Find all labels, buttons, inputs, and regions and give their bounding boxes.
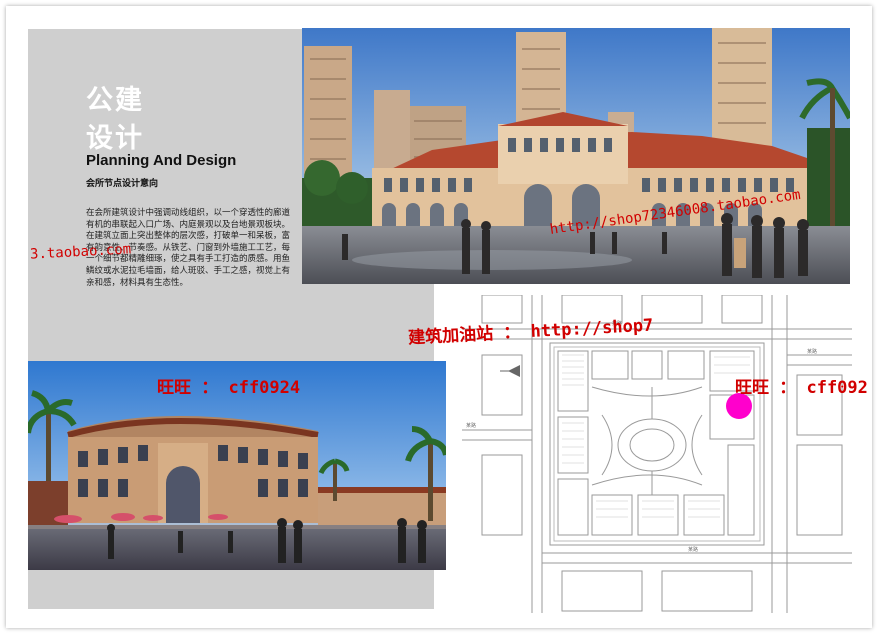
road-label-south: 某路 [688, 546, 698, 553]
clubhouse-rendering-top [302, 28, 850, 284]
page-title: 公建 设计 [86, 82, 144, 158]
watermark-wangwang-right: 旺旺 ： cff092 [735, 378, 868, 398]
title-line-1: 公建 [86, 85, 144, 116]
north-arrow-icon [500, 365, 520, 377]
road-label-east: 某路 [807, 348, 817, 355]
subtitle-english: Planning And Design [86, 152, 237, 169]
site-plan: 某路 某路 某路 某路 [462, 295, 852, 613]
subtitle-chinese: 会所节点设计意向 [86, 179, 159, 189]
description-paragraph-2: 在建筑立面上突出整体的层次感，打破单一和呆板，富有韵意性、节奏感。从铁艺、门窗到… [86, 231, 291, 288]
description-paragraph-1: 在会所建筑设计中强调动线组织，以一个穿透性的廊道有机的串联起入口广场、内庭景观以… [86, 208, 291, 230]
watermark-wangwang-left: 旺旺 ： cff0924 [157, 378, 301, 398]
road-label-west: 某路 [466, 422, 476, 429]
